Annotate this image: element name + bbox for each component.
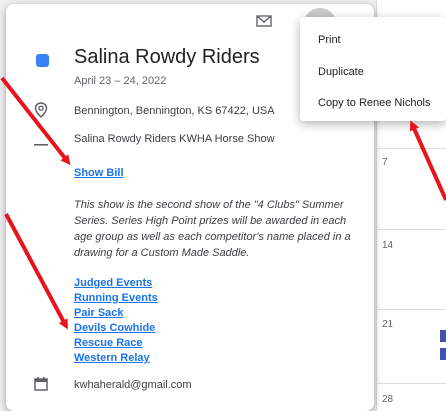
event-links-list: Judged Events Running Events Pair Sack D… — [74, 276, 158, 366]
pair-sack-link[interactable]: Pair Sack — [74, 306, 158, 321]
event-date: April 23 – 24, 2022 — [74, 75, 167, 87]
calendar-week-divider — [376, 309, 446, 310]
calendar-week-divider — [376, 148, 446, 149]
calendar-event-chip[interactable] — [440, 330, 446, 342]
event-description-title: Salina Rowdy Riders KWHA Horse Show — [74, 133, 275, 145]
rescue-race-link[interactable]: Rescue Race — [74, 336, 158, 351]
event-description: This show is the second show of the "4 C… — [74, 199, 351, 259]
menu-item-duplicate[interactable]: Duplicate — [318, 66, 364, 78]
calendar-icon — [34, 377, 48, 391]
calendar-day-number[interactable]: 28 — [382, 394, 393, 405]
description-lines-icon — [34, 130, 48, 146]
mail-icon[interactable] — [256, 14, 272, 28]
calendar-day-number[interactable]: 21 — [382, 319, 393, 330]
show-bill-link[interactable]: Show Bill — [74, 167, 124, 179]
calendar-day-number[interactable]: 7 — [382, 157, 388, 168]
location-pin-icon — [34, 102, 48, 119]
event-location: Bennington, Bennington, KS 67422, USA — [74, 105, 275, 117]
calendar-week-divider — [376, 229, 446, 230]
running-events-link[interactable]: Running Events — [74, 291, 158, 306]
menu-item-copy-to[interactable]: Copy to Renee Nichols — [318, 97, 431, 109]
options-menu: Print Duplicate Copy to Renee Nichols — [300, 17, 446, 121]
calendar-day-number[interactable]: 14 — [382, 240, 393, 251]
devils-cowhide-link[interactable]: Devils Cowhide — [74, 321, 158, 336]
organizer-email: kwhaherald@gmail.com — [74, 379, 192, 391]
judged-events-link[interactable]: Judged Events — [74, 276, 158, 291]
calendar-event-chip[interactable] — [440, 348, 446, 360]
menu-item-print[interactable]: Print — [318, 34, 341, 46]
western-relay-link[interactable]: Western Relay — [74, 351, 158, 366]
event-color-indicator — [36, 54, 49, 67]
event-title: Salina Rowdy Riders — [74, 46, 260, 68]
calendar-week-divider — [376, 383, 446, 384]
